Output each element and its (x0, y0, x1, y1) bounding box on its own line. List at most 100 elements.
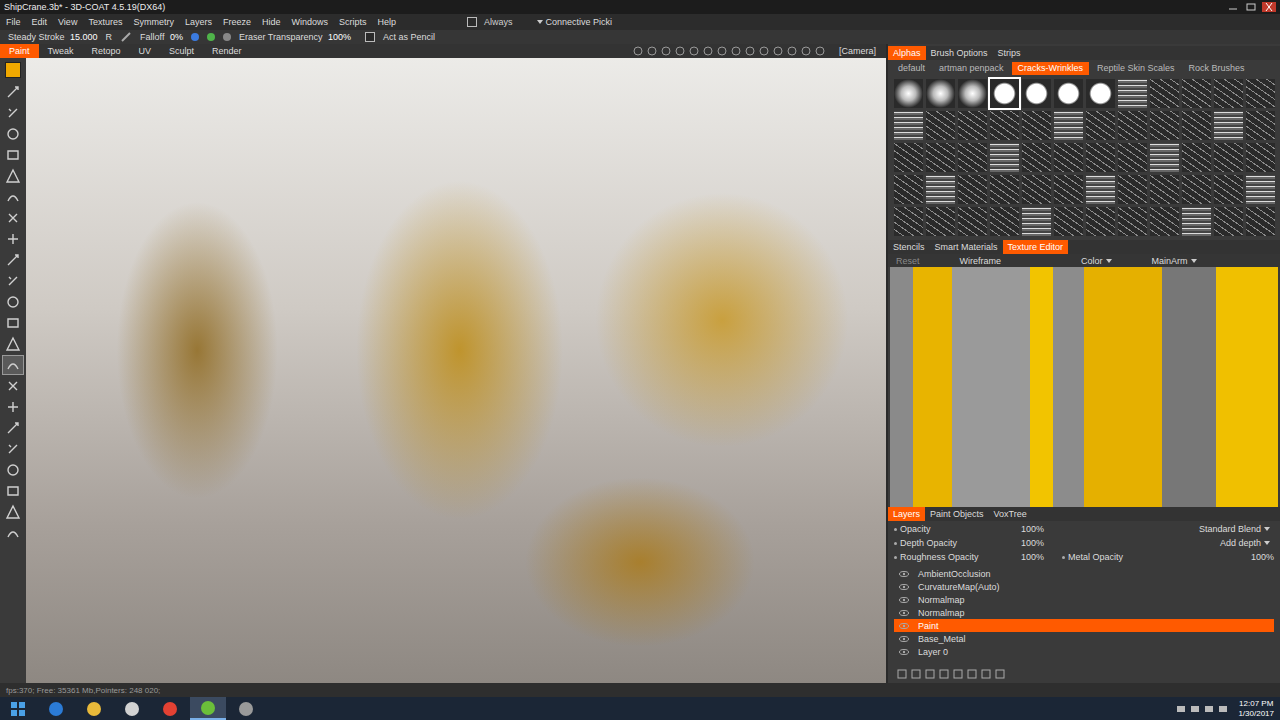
alpha-thumbnail[interactable] (990, 207, 1019, 236)
alpha-thumbnail[interactable] (926, 207, 955, 236)
eye-icon[interactable] (898, 647, 910, 657)
menu-item[interactable]: Hide (262, 17, 281, 27)
room-tab[interactable]: Render (203, 44, 251, 58)
tool-button[interactable] (3, 104, 23, 122)
alpha-thumbnail[interactable] (1182, 143, 1211, 172)
alpha-thumbnail[interactable] (1150, 175, 1179, 204)
tool-button[interactable] (3, 419, 23, 437)
menu-item[interactable]: Scripts (339, 17, 367, 27)
close-icon[interactable] (1262, 2, 1276, 12)
alpha-thumbnail[interactable] (990, 175, 1019, 204)
room-tab[interactable]: Retopo (83, 44, 130, 58)
room-tab[interactable]: Tweak (39, 44, 83, 58)
always-label[interactable]: Always (484, 17, 513, 27)
color-swatch[interactable] (5, 62, 21, 78)
alpha-thumbnail[interactable] (1150, 79, 1179, 108)
alpha-thumbnail[interactable] (990, 143, 1019, 172)
alpha-thumbnail[interactable] (1182, 79, 1211, 108)
menu-item[interactable]: Symmetry (133, 17, 174, 27)
brush-panel-tab[interactable]: Alphas (888, 46, 926, 60)
alpha-thumbnail[interactable] (1150, 143, 1179, 172)
alpha-thumbnail[interactable] (926, 79, 955, 108)
alpha-thumbnail[interactable] (990, 79, 1019, 108)
menu-item[interactable]: Textures (88, 17, 122, 27)
blend-select[interactable]: Standard Blend (1062, 524, 1274, 534)
alpha-thumbnail[interactable] (1022, 143, 1051, 172)
eraser-transparency-field[interactable]: Eraser Transparency 100% (239, 32, 351, 42)
alpha-thumbnail[interactable] (1086, 207, 1115, 236)
property-value[interactable]: 100% (1004, 552, 1044, 562)
layer-row[interactable]: Normalmap (894, 593, 1274, 606)
layer-row[interactable]: Paint (894, 619, 1274, 632)
alpha-thumbnail[interactable] (958, 175, 987, 204)
eye-icon[interactable] (898, 634, 910, 644)
alpha-thumbnail[interactable] (1246, 175, 1275, 204)
tool-button[interactable] (3, 335, 23, 353)
viewport-nav-icon[interactable] (758, 45, 770, 57)
alpha-thumbnail[interactable] (926, 175, 955, 204)
alpha-thumbnail[interactable] (1214, 143, 1243, 172)
alpha-thumbnail[interactable] (1022, 175, 1051, 204)
alpha-thumbnail[interactable] (990, 111, 1019, 140)
viewport-nav-icon[interactable] (744, 45, 756, 57)
menu-checkbox[interactable] (467, 17, 477, 27)
texture-panel-tab[interactable]: Smart Materials (930, 240, 1003, 254)
tray-icon[interactable] (1204, 704, 1214, 714)
alpha-thumbnail[interactable] (1086, 175, 1115, 204)
alpha-thumbnail[interactable] (1118, 143, 1147, 172)
alpha-thumbnail[interactable] (1054, 175, 1083, 204)
alpha-thumbnail[interactable] (1214, 111, 1243, 140)
clock[interactable]: 12:07 PM1/30/2017 (1238, 699, 1274, 719)
alpha-thumbnail[interactable] (958, 143, 987, 172)
alpha-thumbnail[interactable] (1054, 143, 1083, 172)
r-button[interactable]: R (106, 32, 113, 42)
layer-action-icon[interactable] (980, 668, 992, 680)
viewport-nav-icon[interactable] (646, 45, 658, 57)
alpha-thumbnail[interactable] (958, 111, 987, 140)
tool-button[interactable] (3, 188, 23, 206)
start-button[interactable] (0, 697, 36, 720)
tool-button[interactable] (3, 314, 23, 332)
menu-item[interactable]: Windows (291, 17, 328, 27)
alpha-thumbnail[interactable] (1086, 111, 1115, 140)
minimize-icon[interactable] (1226, 2, 1240, 12)
menu-item[interactable]: Layers (185, 17, 212, 27)
viewport-nav-icon[interactable] (814, 45, 826, 57)
layers-panel-tab[interactable]: Paint Objects (925, 507, 989, 521)
act-as-pencil-checkbox[interactable] (365, 32, 375, 42)
menu-item[interactable]: Help (377, 17, 396, 27)
viewport-nav-icon[interactable] (660, 45, 672, 57)
blue-dot-icon[interactable] (191, 33, 199, 41)
tool-button[interactable] (3, 461, 23, 479)
tool-button[interactable] (3, 524, 23, 542)
tool-button[interactable] (3, 356, 23, 374)
alpha-thumbnail[interactable] (1182, 207, 1211, 236)
tool-button[interactable] (3, 83, 23, 101)
layer-action-icon[interactable] (910, 668, 922, 680)
property-value[interactable]: 100% (1234, 552, 1274, 562)
alpha-thumbnail[interactable] (894, 175, 923, 204)
layer-action-icon[interactable] (994, 668, 1006, 680)
viewport-nav-icon[interactable] (674, 45, 686, 57)
blend-select[interactable]: Add depth (1062, 538, 1274, 548)
maximize-icon[interactable] (1244, 2, 1258, 12)
brush-panel-tab[interactable]: Strips (993, 46, 1026, 60)
layer-row[interactable]: CurvatureMap(Auto) (894, 580, 1274, 593)
alpha-thumbnail[interactable] (894, 111, 923, 140)
brush-panel-tab[interactable]: Brush Options (926, 46, 993, 60)
tool-button[interactable] (3, 293, 23, 311)
layers-panel-tab[interactable]: VoxTree (989, 507, 1032, 521)
room-tab[interactable]: UV (130, 44, 161, 58)
alpha-thumbnail[interactable] (1054, 207, 1083, 236)
alpha-thumbnail[interactable] (1214, 79, 1243, 108)
viewport-nav-icon[interactable] (702, 45, 714, 57)
tool-button[interactable] (3, 377, 23, 395)
alpha-thumbnail[interactable] (1022, 207, 1051, 236)
alpha-set-tab[interactable]: Rock Brushes (1182, 62, 1250, 75)
tool-button[interactable] (3, 482, 23, 500)
alpha-thumbnail[interactable] (1054, 79, 1083, 108)
viewport-nav-icon[interactable] (716, 45, 728, 57)
eye-icon[interactable] (898, 608, 910, 618)
property-value[interactable]: 100% (1004, 524, 1044, 534)
layer-row[interactable]: Layer 0 (894, 645, 1274, 658)
